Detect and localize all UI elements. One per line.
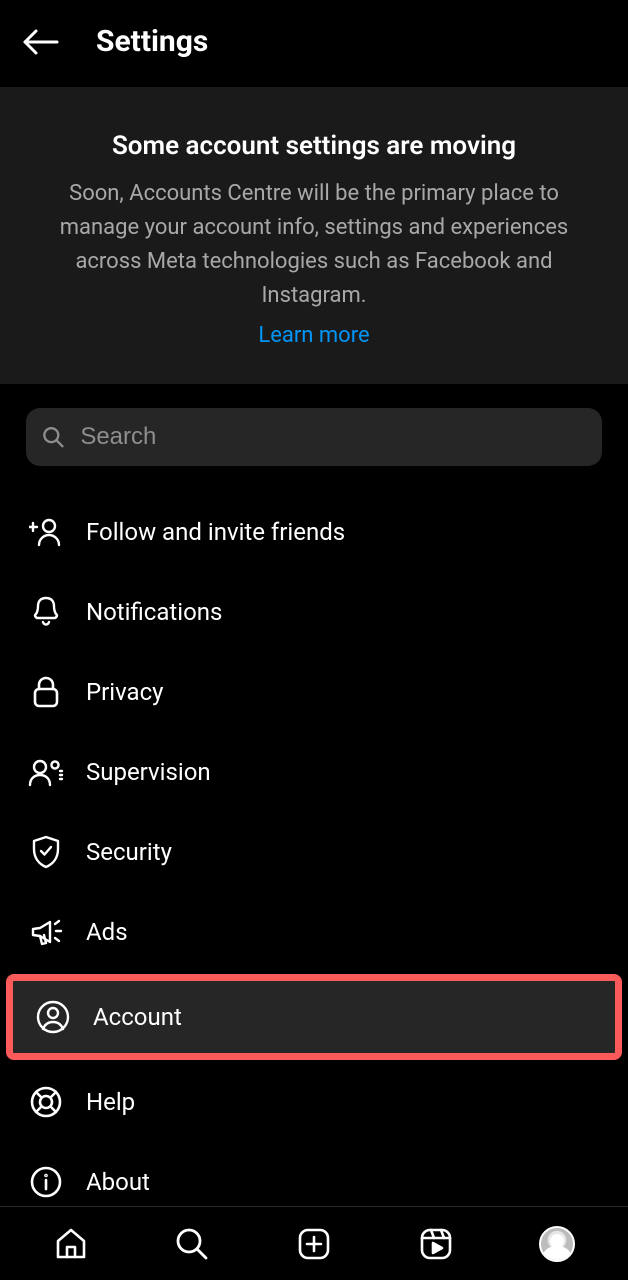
menu-item-label: Security (86, 838, 172, 866)
search-container (0, 384, 628, 476)
person-plus-icon (28, 514, 64, 550)
settings-list: Follow and invite friends Notifications … (0, 476, 628, 1222)
search-field[interactable] (26, 408, 602, 466)
nav-profile[interactable] (533, 1220, 581, 1268)
nav-create[interactable] (290, 1220, 338, 1268)
banner-body: Soon, Accounts Centre will be the primar… (30, 177, 598, 313)
learn-more-link[interactable]: Learn more (258, 323, 369, 348)
menu-item-follow-invite[interactable]: Follow and invite friends (0, 492, 628, 572)
search-input[interactable] (80, 423, 586, 451)
search-icon (175, 1227, 209, 1261)
bell-icon (28, 594, 64, 630)
lock-icon (28, 674, 64, 710)
menu-item-label: Follow and invite friends (86, 518, 345, 546)
arrow-left-icon (21, 28, 59, 56)
nav-reels[interactable] (412, 1220, 460, 1268)
shield-check-icon (28, 834, 64, 870)
home-icon (54, 1227, 88, 1261)
menu-item-label: Account (93, 1003, 182, 1031)
nav-search[interactable] (168, 1220, 216, 1268)
plus-square-icon (297, 1227, 331, 1261)
header: Settings (0, 0, 628, 87)
megaphone-icon (28, 914, 64, 950)
info-banner: Some account settings are moving Soon, A… (0, 87, 628, 384)
menu-item-account[interactable]: Account (13, 981, 615, 1053)
menu-item-label: About (86, 1168, 150, 1196)
search-icon (42, 425, 64, 449)
menu-item-help[interactable]: Help (0, 1062, 628, 1142)
menu-item-label: Help (86, 1088, 135, 1116)
nav-home[interactable] (47, 1220, 95, 1268)
menu-item-label: Notifications (86, 598, 222, 626)
menu-item-label: Supervision (86, 758, 211, 786)
highlighted-row: Account (6, 974, 622, 1060)
menu-item-security[interactable]: Security (0, 812, 628, 892)
lifebuoy-icon (28, 1084, 64, 1120)
user-circle-icon (35, 999, 71, 1035)
menu-item-notifications[interactable]: Notifications (0, 572, 628, 652)
menu-item-label: Ads (86, 918, 128, 946)
banner-title: Some account settings are moving (30, 131, 598, 161)
people-icon (28, 754, 64, 790)
page-title: Settings (96, 24, 208, 59)
info-circle-icon (28, 1164, 64, 1200)
menu-item-supervision[interactable]: Supervision (0, 732, 628, 812)
menu-item-label: Privacy (86, 678, 164, 706)
avatar-icon (539, 1226, 575, 1262)
menu-item-ads[interactable]: Ads (0, 892, 628, 972)
bottom-nav (0, 1206, 628, 1280)
reels-icon (419, 1227, 453, 1261)
menu-item-privacy[interactable]: Privacy (0, 652, 628, 732)
back-button[interactable] (20, 27, 60, 57)
